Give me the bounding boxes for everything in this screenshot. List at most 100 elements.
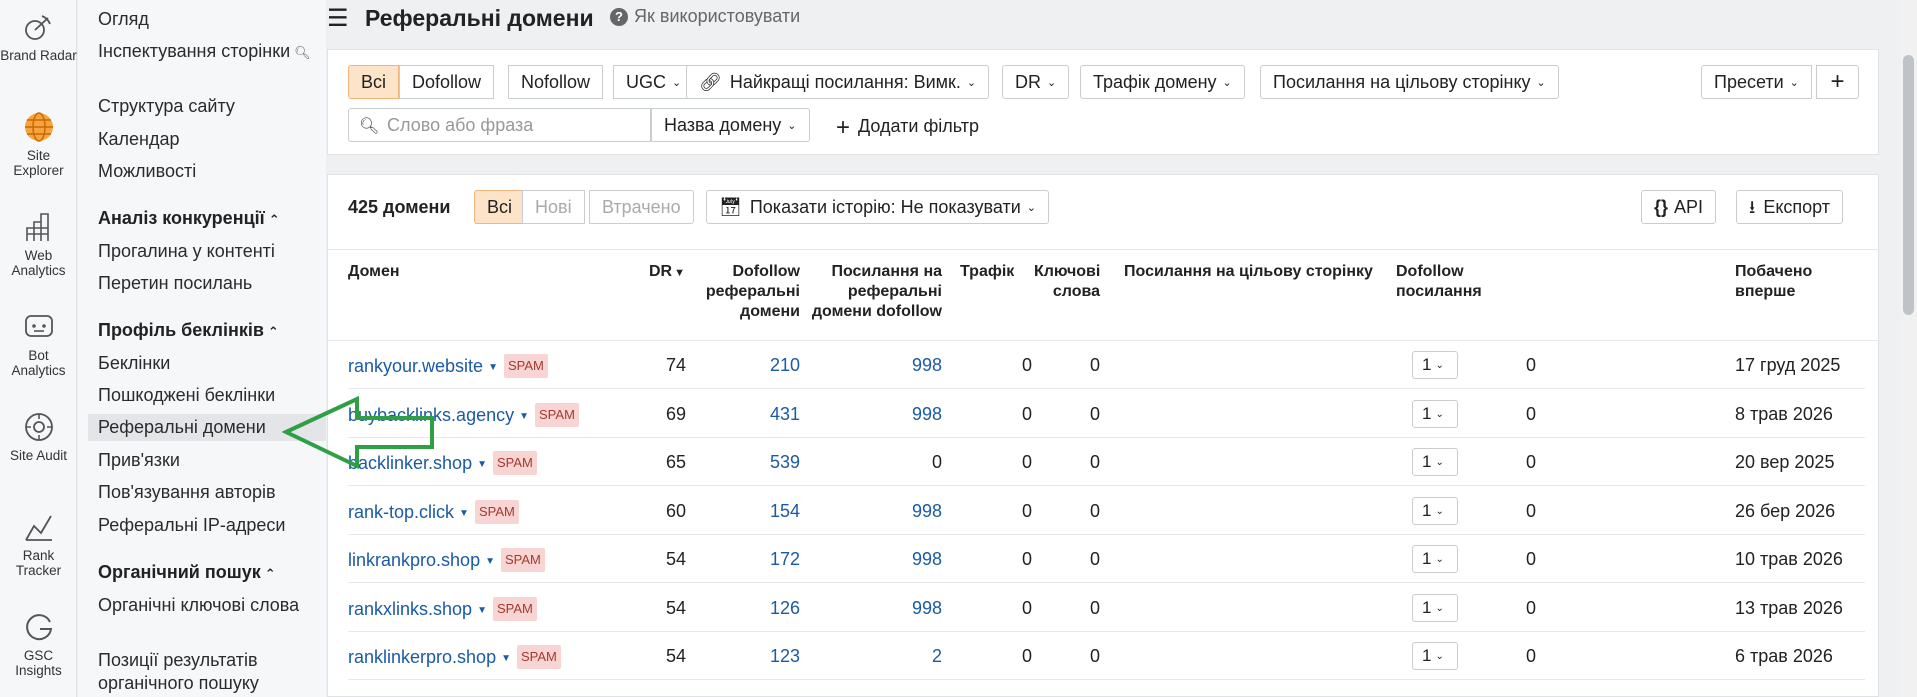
- links-to-ref-value[interactable]: 998: [858, 500, 942, 522]
- rail-web-analytics[interactable]: Web Analytics: [0, 210, 77, 278]
- filter-target-links[interactable]: Посилання на цільову сторінку ⌄: [1260, 65, 1559, 99]
- domain-cell: ranklinkerpro.shop ▼ SPAM: [348, 645, 561, 670]
- domain-link[interactable]: ranklinkerpro.shop: [348, 647, 496, 667]
- caret-down-icon[interactable]: ▼: [477, 605, 487, 616]
- col-target-links[interactable]: Посилання на цільову сторінку: [1124, 262, 1373, 282]
- col-domain[interactable]: Домен: [348, 262, 400, 282]
- nav-group-competitive[interactable]: Аналіз конкуренції ⌃: [98, 208, 280, 229]
- col-links-to-ref[interactable]: Посилання на реферальні домени dofollow: [804, 262, 942, 322]
- nav-authors[interactable]: Пов'язування авторів: [98, 481, 318, 504]
- bot-analytics-icon: [22, 310, 56, 344]
- traffic-value: 0: [1021, 403, 1032, 424]
- table-row: rankyour.website ▼ SPAM 74 210 998 0 0 1 ⌄ 0 17 гру…: [348, 341, 1865, 389]
- nav-link-intersect[interactable]: Перетин посилань: [98, 272, 318, 295]
- nav-calendar[interactable]: Календар: [98, 128, 318, 151]
- filter-dr[interactable]: DR ⌄: [1002, 65, 1070, 99]
- rail-rank-tracker[interactable]: Rank Tracker: [0, 510, 77, 578]
- filter-dofollow[interactable]: Dofollow: [399, 65, 495, 99]
- nav-backlinks[interactable]: Беклінки: [98, 352, 318, 375]
- links-to-ref-value[interactable]: 2: [858, 645, 942, 667]
- filter-nofollow[interactable]: Nofollow: [508, 65, 604, 99]
- col-traffic[interactable]: Трафік: [960, 262, 1014, 282]
- target-links-select[interactable]: 1 ⌄: [1412, 399, 1458, 428]
- filter-domain-traffic[interactable]: Трафік домену ⌄: [1080, 65, 1245, 99]
- search-icon: 🔍︎: [294, 45, 311, 60]
- target-links-value: 1: [1422, 355, 1432, 374]
- history-select[interactable]: 📅︎ Показати історію: Не показувати ⌄: [706, 190, 1050, 224]
- nav-referring-ips[interactable]: Реферальні IP-адреси: [98, 514, 318, 537]
- search-input[interactable]: [387, 114, 642, 136]
- dofollow-ref-value[interactable]: 172: [728, 548, 800, 570]
- spam-badge: SPAM: [503, 354, 548, 378]
- filter-best-links[interactable]: 🔗︎ Найкращі посилання: Вимк. ⌄: [686, 65, 990, 99]
- domain-link[interactable]: linkrankpro.shop: [348, 550, 480, 570]
- target-links-select[interactable]: 1 ⌄: [1412, 545, 1458, 573]
- presets-button[interactable]: Пресети ⌄: [1701, 65, 1812, 99]
- caret-down-icon[interactable]: ▼: [488, 362, 498, 373]
- links-to-ref-value[interactable]: 0: [858, 451, 942, 473]
- domain-link[interactable]: rank-top.click: [348, 502, 454, 522]
- tab-all[interactable]: Всі: [474, 190, 526, 224]
- menu-icon[interactable]: ☰: [327, 4, 349, 33]
- caret-down-icon[interactable]: ▼: [501, 653, 511, 664]
- chevron-down-icon: ⌄: [1435, 457, 1444, 468]
- nav-content-gap[interactable]: Прогалина у контенті: [98, 240, 318, 263]
- caret-down-icon[interactable]: ▼: [459, 508, 469, 519]
- chevron-up-icon: ⌃: [267, 324, 279, 339]
- filter-ugc[interactable]: UGC ⌄: [613, 65, 695, 99]
- col-keywords[interactable]: Ключові слова: [1034, 262, 1100, 302]
- chevron-down-icon: ⌄: [1222, 77, 1232, 89]
- scrollbar-thumb[interactable]: [1903, 55, 1914, 315]
- tab-new[interactable]: Нові: [522, 190, 585, 224]
- nav-group-organic[interactable]: Органічний пошук ⌃: [98, 562, 276, 583]
- rail-gsc-insights[interactable]: GSC Insights: [0, 610, 77, 678]
- links-to-ref-value[interactable]: 998: [858, 354, 942, 376]
- dofollow-ref-value[interactable]: 539: [728, 451, 800, 473]
- domain-link[interactable]: rankxlinks.shop: [348, 599, 472, 619]
- caret-down-icon[interactable]: ▼: [477, 459, 487, 470]
- links-to-ref-value[interactable]: 998: [858, 597, 942, 619]
- nav-organic-positions[interactable]: Позиції результатів органічного пошуку: [98, 649, 318, 695]
- nav-structure[interactable]: Структура сайту: [98, 95, 318, 118]
- target-links-select[interactable]: 1 ⌄: [1412, 593, 1458, 622]
- tab-lost[interactable]: Втрачено: [589, 190, 694, 224]
- rail-bot-analytics[interactable]: Bot Analytics: [0, 310, 77, 378]
- domain-link[interactable]: rankyour.website: [348, 356, 483, 376]
- search-mode-select[interactable]: Назва домену ⌄: [651, 108, 810, 142]
- api-button[interactable]: {} API: [1641, 190, 1717, 224]
- dofollow-ref-value[interactable]: 126: [728, 597, 800, 619]
- target-links-select[interactable]: 1 ⌄: [1412, 351, 1458, 379]
- links-to-ref-value[interactable]: 998: [858, 403, 942, 425]
- nav-group-backlinks[interactable]: Профіль беклінків ⌃: [98, 320, 279, 341]
- nav-overview[interactable]: Огляд: [98, 8, 318, 31]
- add-filter-button[interactable]: + Додати фільтр: [836, 114, 979, 142]
- export-button[interactable]: ⭳ Експорт: [1736, 190, 1844, 224]
- caret-down-icon[interactable]: ▼: [519, 411, 529, 422]
- search-field[interactable]: 🔍︎: [348, 108, 651, 142]
- target-links-select[interactable]: 1 ⌄: [1412, 496, 1458, 525]
- domain-cell: rankyour.website ▼ SPAM: [348, 354, 548, 379]
- nav-organic-keywords[interactable]: Органічні ключові слова: [98, 594, 318, 617]
- help-link[interactable]: ? Як використовувати: [610, 6, 800, 27]
- rail-site-audit[interactable]: Site Audit: [0, 410, 77, 463]
- target-links-value: 1: [1422, 597, 1432, 617]
- nav-inspect[interactable]: Інспектування сторінки 🔍︎: [98, 40, 318, 64]
- filter-all[interactable]: Всі: [348, 65, 400, 99]
- dofollow-ref-value[interactable]: 210: [728, 354, 800, 376]
- rail-brand-radar[interactable]: Brand Radar: [0, 10, 77, 63]
- nav-opportunities[interactable]: Можливості: [98, 160, 318, 183]
- dofollow-ref-value[interactable]: 123: [728, 645, 800, 667]
- rail-site-explorer[interactable]: Site Explorer: [0, 110, 77, 178]
- target-links-select[interactable]: 1 ⌄: [1412, 448, 1458, 476]
- col-dofollow-links[interactable]: Dofollow посилання: [1396, 262, 1486, 302]
- caret-down-icon[interactable]: ▼: [485, 556, 495, 567]
- col-first-seen[interactable]: Побачено вперше: [1735, 262, 1845, 302]
- dofollow-ref-value[interactable]: 154: [728, 500, 800, 522]
- add-preset-button[interactable]: +: [1816, 65, 1859, 99]
- links-to-ref-value[interactable]: 998: [858, 548, 942, 570]
- col-dr[interactable]: DR ▼: [649, 262, 685, 283]
- chevron-down-icon: ⌄: [1435, 360, 1444, 371]
- target-links-select[interactable]: 1 ⌄: [1412, 642, 1458, 670]
- col-dofollow-ref[interactable]: Dofollow реферальні домени: [692, 262, 800, 322]
- dofollow-ref-value[interactable]: 431: [728, 403, 800, 425]
